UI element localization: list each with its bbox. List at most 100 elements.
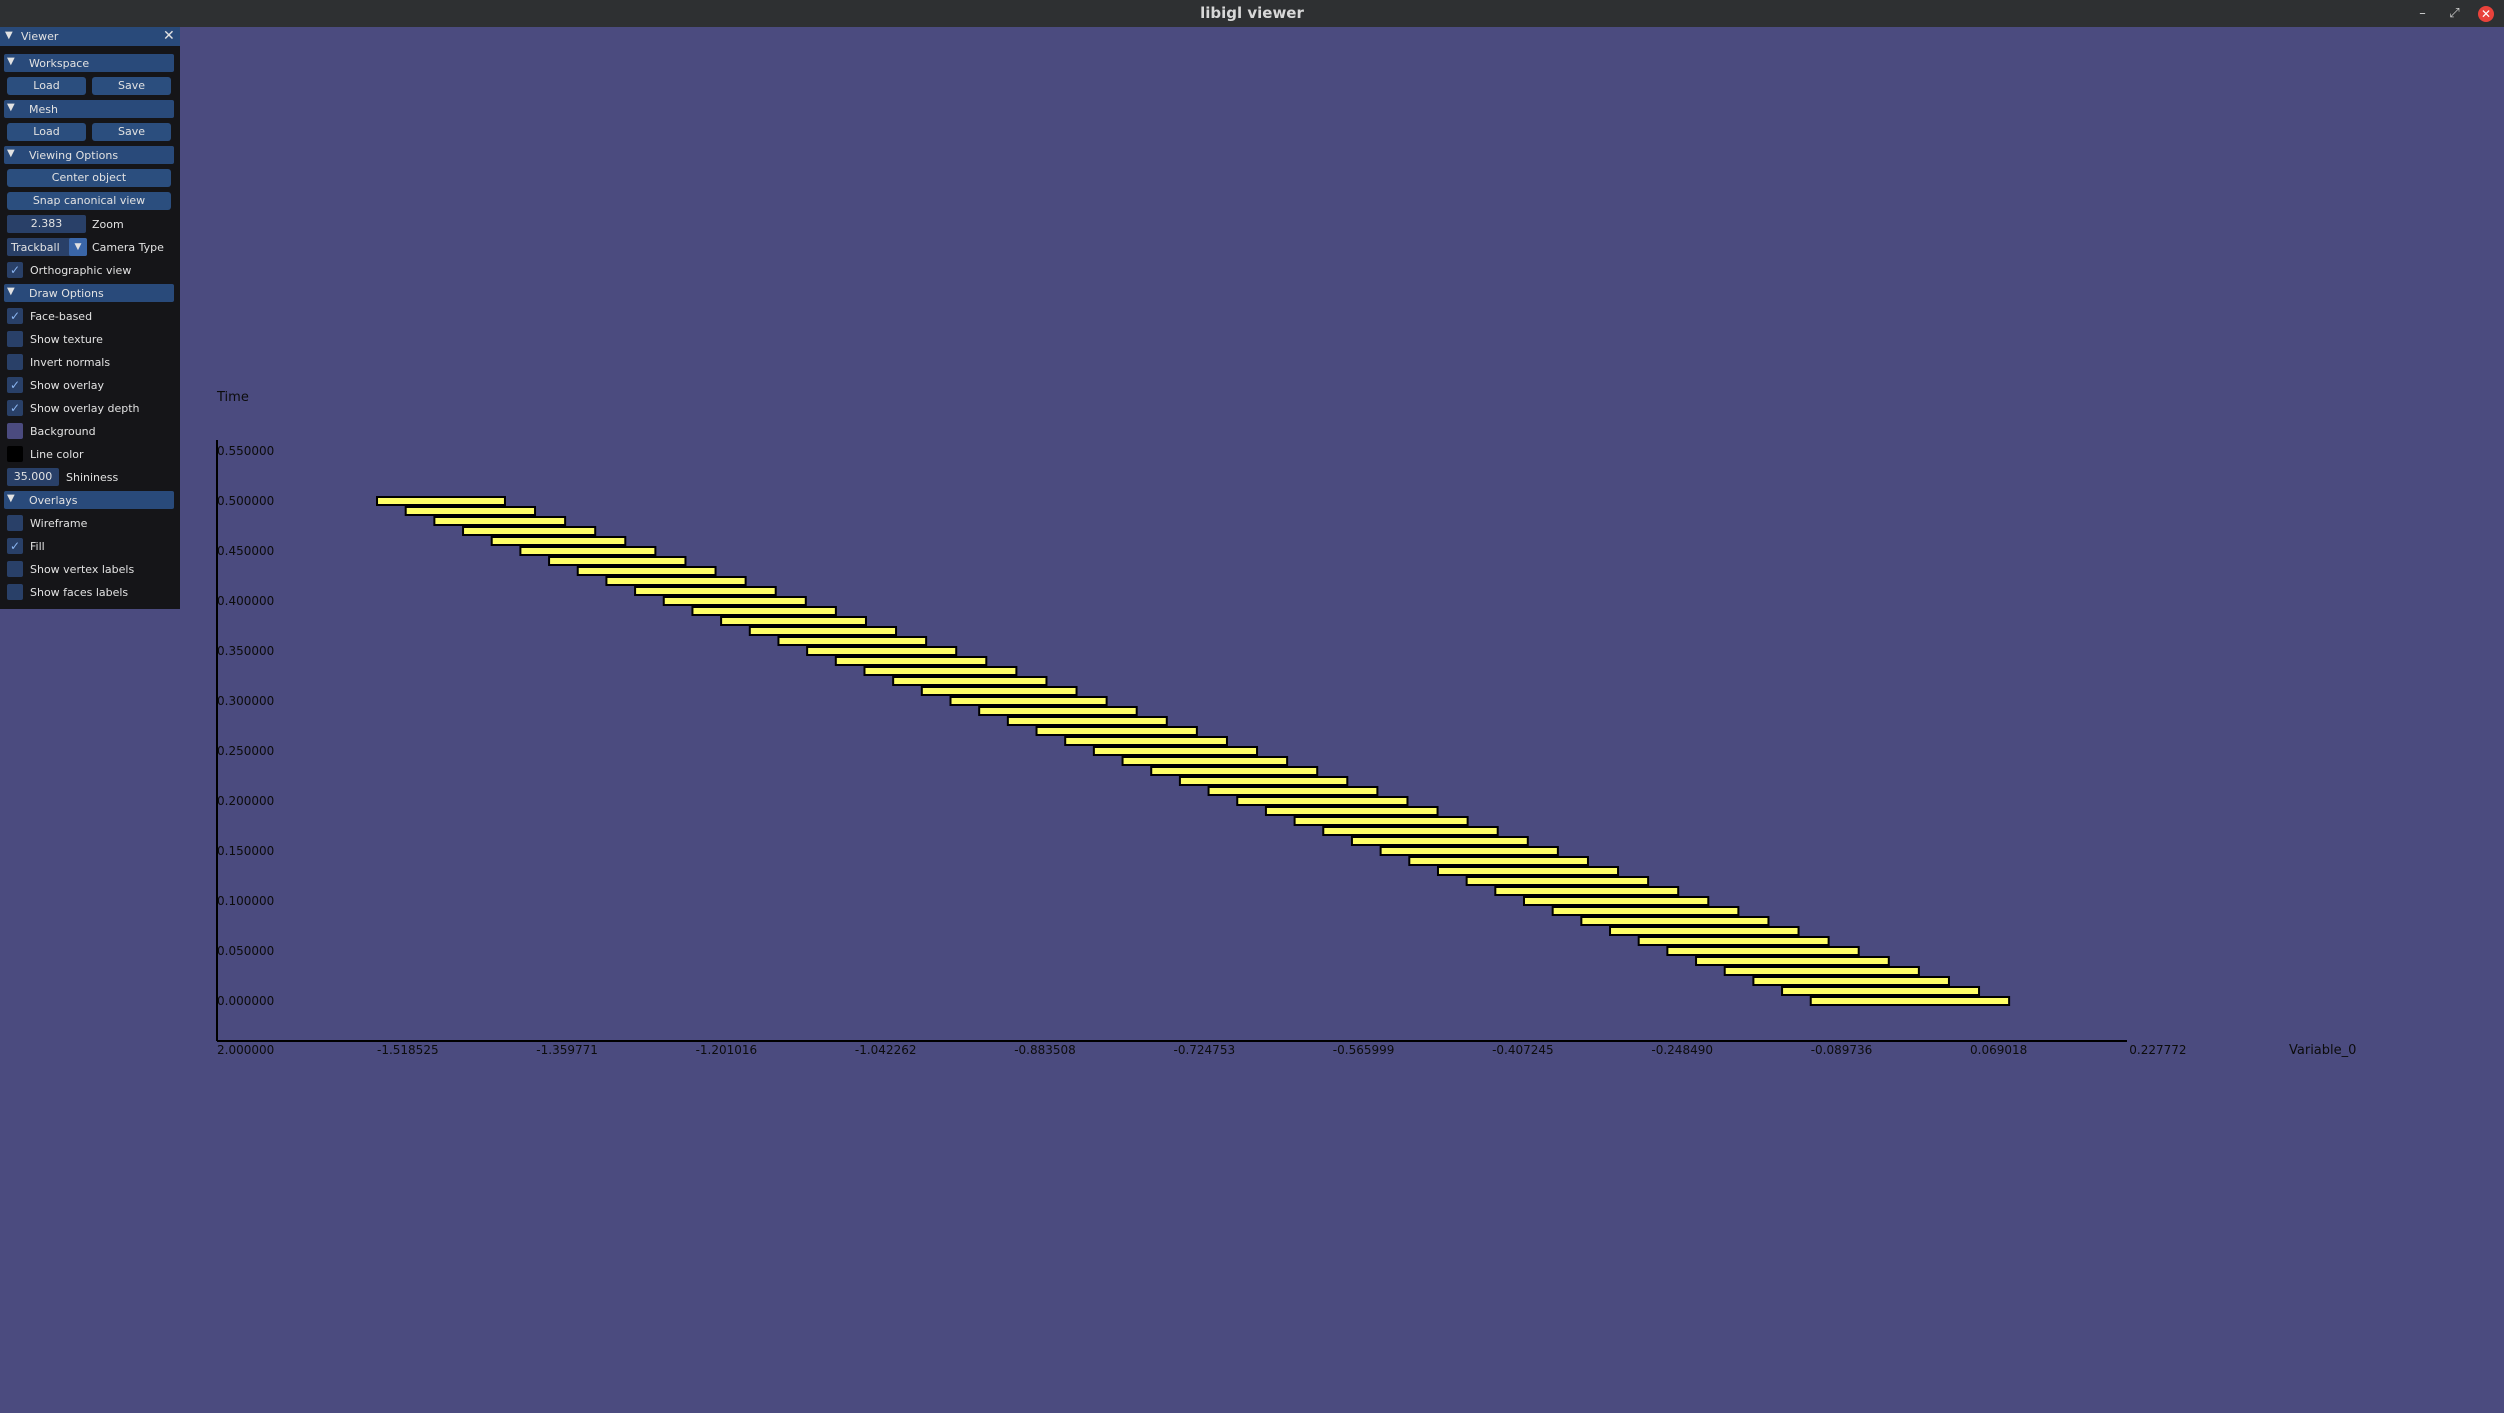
bar [1207,786,1379,796]
workspace-save-button[interactable]: Save [92,77,171,95]
bar [1494,886,1680,896]
x-axis-label: Variable_0 [2289,1043,2356,1058]
y-tick-label: 0.200000 [217,794,274,808]
orthographic-view-label: Orthographic view [30,264,132,277]
invert-normals-row: Invert normals [7,353,177,371]
show-faces-labels-checkbox[interactable] [7,584,23,600]
bar [404,506,537,516]
zoom-input[interactable]: 2.383 [7,215,86,233]
y-tick-label: 0.450000 [217,544,274,558]
line-color-row: Line color [7,445,177,463]
bar [1092,746,1259,756]
y-tick-label: 0.050000 [217,944,274,958]
bar [777,636,928,646]
background-color-swatch[interactable] [7,423,23,439]
viewing-options-header-label: Viewing Options [29,149,119,162]
center-object-button[interactable]: Center object [7,169,171,187]
show-overlay-label: Show overlay [30,379,105,392]
zoom-label: Zoom [92,218,124,231]
shininess-label: Shininess [66,471,119,484]
y-tick-label: 0.550000 [217,444,274,458]
show-faces-labels-row: Show faces labels [7,583,177,601]
overlays-header[interactable]: ▼ Overlays [4,491,174,509]
fill-label: Fill [30,540,45,553]
bar [1637,936,1830,946]
show-overlay-checkbox[interactable]: ✓ [7,377,23,393]
camera-type-select[interactable]: Trackball ▼ [7,238,87,256]
chevron-down-icon[interactable]: ▼ [69,238,87,256]
bar [720,616,867,626]
x-tick-label: 0.069018 [1970,1043,2027,1057]
panel-title-bar[interactable]: ▼ Viewer ✕ [0,27,180,46]
y-tick-label: 0.250000 [217,744,274,758]
show-texture-checkbox[interactable] [7,331,23,347]
x-tick-label: 2.000000 [217,1043,274,1057]
x-tick-label: 0.227772 [2129,1043,2186,1057]
collapse-arrow-icon: ▼ [7,493,15,504]
title-bar: libigl viewer – ⤢ ✕ [0,0,2504,27]
wireframe-checkbox[interactable] [7,515,23,531]
bar [662,596,807,606]
fill-row: ✓ Fill [7,537,177,555]
snap-canonical-view-button[interactable]: Snap canonical view [7,192,171,210]
bar [1551,906,1740,916]
draw-options-header-label: Draw Options [29,287,104,300]
draw-options-header[interactable]: ▼ Draw Options [4,284,174,302]
bar [920,686,1078,696]
bar [691,606,837,616]
bar [1121,756,1289,766]
show-vertex-labels-label: Show vertex labels [30,563,135,576]
x-tick-label: -1.359771 [536,1043,598,1057]
mesh-load-button[interactable]: Load [7,123,86,141]
minimize-icon[interactable]: – [2414,5,2431,22]
bar [949,696,1108,706]
bar [863,666,1018,676]
bar [1522,896,1710,906]
mesh-header[interactable]: ▼ Mesh [4,100,174,118]
show-texture-label: Show texture [30,333,103,346]
show-overlay-depth-checkbox[interactable]: ✓ [7,400,23,416]
bar [1035,726,1198,736]
bar [892,676,1048,686]
bar [1236,796,1409,806]
bar [376,496,506,506]
bar [1408,856,1589,866]
wireframe-label: Wireframe [30,517,88,530]
orthographic-view-checkbox[interactable]: ✓ [7,262,23,278]
close-panel-icon[interactable]: ✕ [163,28,175,44]
bar [1609,926,1800,936]
bar [519,546,657,556]
bar [1350,836,1529,846]
show-overlay-depth-row: ✓ Show overlay depth [7,399,177,417]
collapse-arrow-icon: ▼ [7,148,15,159]
bar [548,556,687,566]
render-viewport[interactable]: Time Variable_0 2.000000 -1.518525 -1.3597… [0,27,2504,1413]
bar [1064,736,1228,746]
bar [1150,766,1319,776]
maximize-icon[interactable]: ⤢ [2446,5,2463,22]
collapse-arrow-icon[interactable]: ▼ [5,30,13,41]
face-based-checkbox[interactable]: ✓ [7,308,23,324]
viewing-options-header[interactable]: ▼ Viewing Options [4,146,174,164]
window-title: libigl viewer [1200,4,1304,22]
bar [576,566,717,576]
show-vertex-labels-checkbox[interactable] [7,561,23,577]
viewer-panel: ▼ Viewer ✕ ▼ Workspace Load Save ▼ Mesh … [0,27,180,609]
show-vertex-labels-row: Show vertex labels [7,560,177,578]
y-axis-label: Time [216,390,249,405]
fill-checkbox[interactable]: ✓ [7,538,23,554]
close-window-icon[interactable]: ✕ [2478,6,2494,22]
mesh-save-button[interactable]: Save [92,123,171,141]
bar [748,626,898,636]
show-overlay-depth-label: Show overlay depth [30,402,140,415]
shininess-input[interactable]: 35.000 [7,468,59,486]
show-texture-row: Show texture [7,330,177,348]
x-tick-labels: 2.000000 -1.518525 -1.359771 -1.201016 -1.04… [217,1043,2187,1057]
workspace-load-button[interactable]: Load [7,77,86,95]
line-color-swatch[interactable] [7,446,23,462]
workspace-header[interactable]: ▼ Workspace [4,54,174,72]
x-tick-label: -0.565999 [1333,1043,1395,1057]
bar [1322,826,1499,836]
bar [462,526,597,536]
invert-normals-checkbox[interactable] [7,354,23,370]
